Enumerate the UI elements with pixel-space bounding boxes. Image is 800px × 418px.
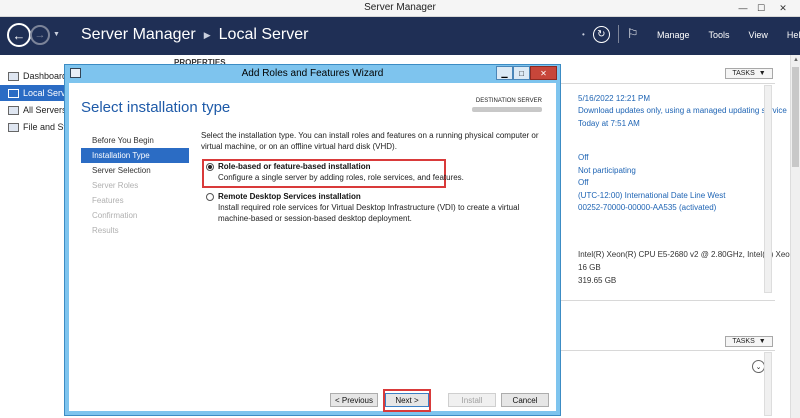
option-title[interactable]: Remote Desktop Services installation: [218, 192, 361, 201]
info-time-zone[interactable]: (UTC-12:00) International Date Line West: [578, 191, 725, 200]
history-dropdown-icon[interactable]: ▼: [53, 31, 60, 38]
cancel-button[interactable]: Cancel: [501, 393, 549, 407]
close-button[interactable]: ✕: [770, 0, 796, 16]
app-header: ← → ▼ Server Manager ▶ Local Server • ↻ …: [0, 17, 800, 55]
tasks-label: TASKS: [732, 70, 755, 77]
sidebar-item-all-servers[interactable]: All Servers: [0, 102, 70, 118]
info-disk-space: 319.65 GB: [578, 276, 617, 285]
chevron-down-icon: ▼: [758, 70, 766, 77]
info-last-installed[interactable]: 5/16/2022 12:21 PM: [578, 94, 650, 103]
scroll-thumb[interactable]: [792, 67, 799, 167]
install-button: Install: [448, 393, 496, 407]
info-last-checked[interactable]: Today at 7:51 AM: [578, 119, 640, 128]
header-menu: Manage Tools View Help: [657, 30, 800, 40]
step-features: Features: [92, 196, 124, 205]
divider: [560, 350, 775, 351]
step-confirmation: Confirmation: [92, 211, 138, 220]
chevron-down-icon: ▼: [758, 338, 766, 345]
back-button[interactable]: ←: [7, 23, 31, 47]
sidebar: Dashboard Local Server All Servers File …: [0, 55, 70, 418]
next-button[interactable]: Next >: [385, 393, 429, 407]
add-roles-wizard-dialog: Add Roles and Features Wizard ▁ □ ✕ Sele…: [64, 64, 561, 416]
option-description: Configure a single server by adding role…: [218, 173, 464, 182]
arrow-right-icon: →: [34, 29, 46, 41]
wizard-maximize-button[interactable]: □: [513, 66, 530, 80]
destination-server-value-redacted: [472, 107, 542, 112]
sidebar-item-local-server[interactable]: Local Server: [0, 85, 70, 101]
menu-view[interactable]: View: [749, 30, 768, 40]
breadcrumb: Server Manager ▶ Local Server: [81, 26, 308, 44]
menu-help[interactable]: Help: [787, 30, 800, 40]
destination-server-label: DESTINATION SERVER: [475, 98, 542, 104]
step-installation-type[interactable]: Installation Type: [81, 148, 189, 163]
menu-tools[interactable]: Tools: [709, 30, 730, 40]
sidebar-item-file-storage[interactable]: File and Storage Services: [0, 119, 70, 135]
properties-scrollbar[interactable]: [764, 85, 772, 293]
sidebar-item-label: Local Server: [23, 88, 70, 98]
remote-desktop-radio[interactable]: [206, 192, 214, 201]
dashboard-icon: [8, 71, 19, 81]
info-defender[interactable]: Off: [578, 153, 589, 162]
info-windows-update[interactable]: Download updates only, using a managed u…: [578, 106, 787, 115]
divider: [560, 300, 775, 301]
server-icon: [8, 88, 19, 98]
wizard-steps: Before You Begin Installation Type Serve…: [81, 133, 189, 238]
option-role-based[interactable]: Role-based or feature-based installation…: [206, 162, 544, 183]
tasks-label: TASKS: [732, 338, 755, 345]
breadcrumb-current: Local Server: [218, 26, 309, 43]
servers-icon: [8, 105, 19, 115]
sidebar-item-label: File and Storage Services: [23, 122, 70, 132]
refresh-icon[interactable]: ↻: [592, 25, 610, 43]
header-divider: [617, 25, 619, 43]
info-product-id[interactable]: 00252-70000-00000-AA535 (activated): [578, 203, 716, 212]
sidebar-item-label: All Servers: [23, 105, 67, 115]
events-scrollbar[interactable]: [764, 352, 772, 416]
wizard-title: Add Roles and Features Wizard: [241, 68, 384, 79]
main-scrollbar[interactable]: ▲: [790, 55, 800, 418]
sidebar-item-dashboard[interactable]: Dashboard: [0, 68, 70, 84]
info-memory: 16 GB: [578, 263, 601, 272]
step-server-roles: Server Roles: [92, 181, 139, 190]
notifications-flag-icon[interactable]: ⚐: [627, 26, 639, 42]
forward-button[interactable]: →: [30, 25, 50, 45]
option-title[interactable]: Role-based or feature-based installation: [218, 162, 370, 171]
window-title: Server Manager: [364, 2, 436, 13]
breadcrumb-separator-icon: ▶: [203, 29, 211, 40]
step-before-you-begin[interactable]: Before You Begin: [81, 133, 189, 148]
step-results: Results: [92, 226, 119, 235]
info-feedback[interactable]: Not participating: [578, 166, 636, 175]
refresh-dropdown-icon[interactable]: •: [582, 30, 585, 39]
wizard-minimize-button[interactable]: ▁: [496, 66, 513, 80]
wizard-body: Select installation type DESTINATION SER…: [69, 83, 556, 412]
step-server-selection[interactable]: Server Selection: [81, 163, 189, 178]
minimize-button[interactable]: —: [734, 0, 752, 16]
storage-icon: [8, 122, 19, 132]
properties-tasks-button[interactable]: TASKS ▼: [725, 68, 773, 79]
scroll-up-icon[interactable]: ▲: [791, 55, 800, 65]
info-ie-esc[interactable]: Off: [578, 178, 589, 187]
arrow-left-icon: ←: [12, 27, 26, 43]
wizard-heading: Select installation type: [81, 99, 231, 116]
menu-manage[interactable]: Manage: [657, 30, 690, 40]
wizard-content: Select the installation type. You can in…: [201, 130, 546, 223]
option-remote-desktop[interactable]: Remote Desktop Services installation Ins…: [206, 192, 544, 224]
events-tasks-button[interactable]: TASKS ▼: [725, 336, 773, 347]
maximize-button[interactable]: ☐: [752, 0, 770, 16]
sidebar-item-label: Dashboard: [23, 71, 68, 81]
previous-button[interactable]: < Previous: [330, 393, 378, 407]
divider: [560, 83, 775, 84]
option-description: Install required role services for Virtu…: [218, 203, 520, 223]
wizard-titlebar[interactable]: Add Roles and Features Wizard ▁ □ ✕: [65, 65, 560, 82]
wizard-footer: < Previous Next > Install Cancel: [69, 389, 556, 412]
wizard-close-button[interactable]: ✕: [530, 66, 557, 80]
role-based-radio[interactable]: [206, 162, 214, 171]
breadcrumb-root[interactable]: Server Manager: [81, 26, 196, 44]
installation-type-description: Select the installation type. You can in…: [201, 131, 539, 151]
window-titlebar: Server Manager — ☐ ✕: [0, 0, 800, 17]
